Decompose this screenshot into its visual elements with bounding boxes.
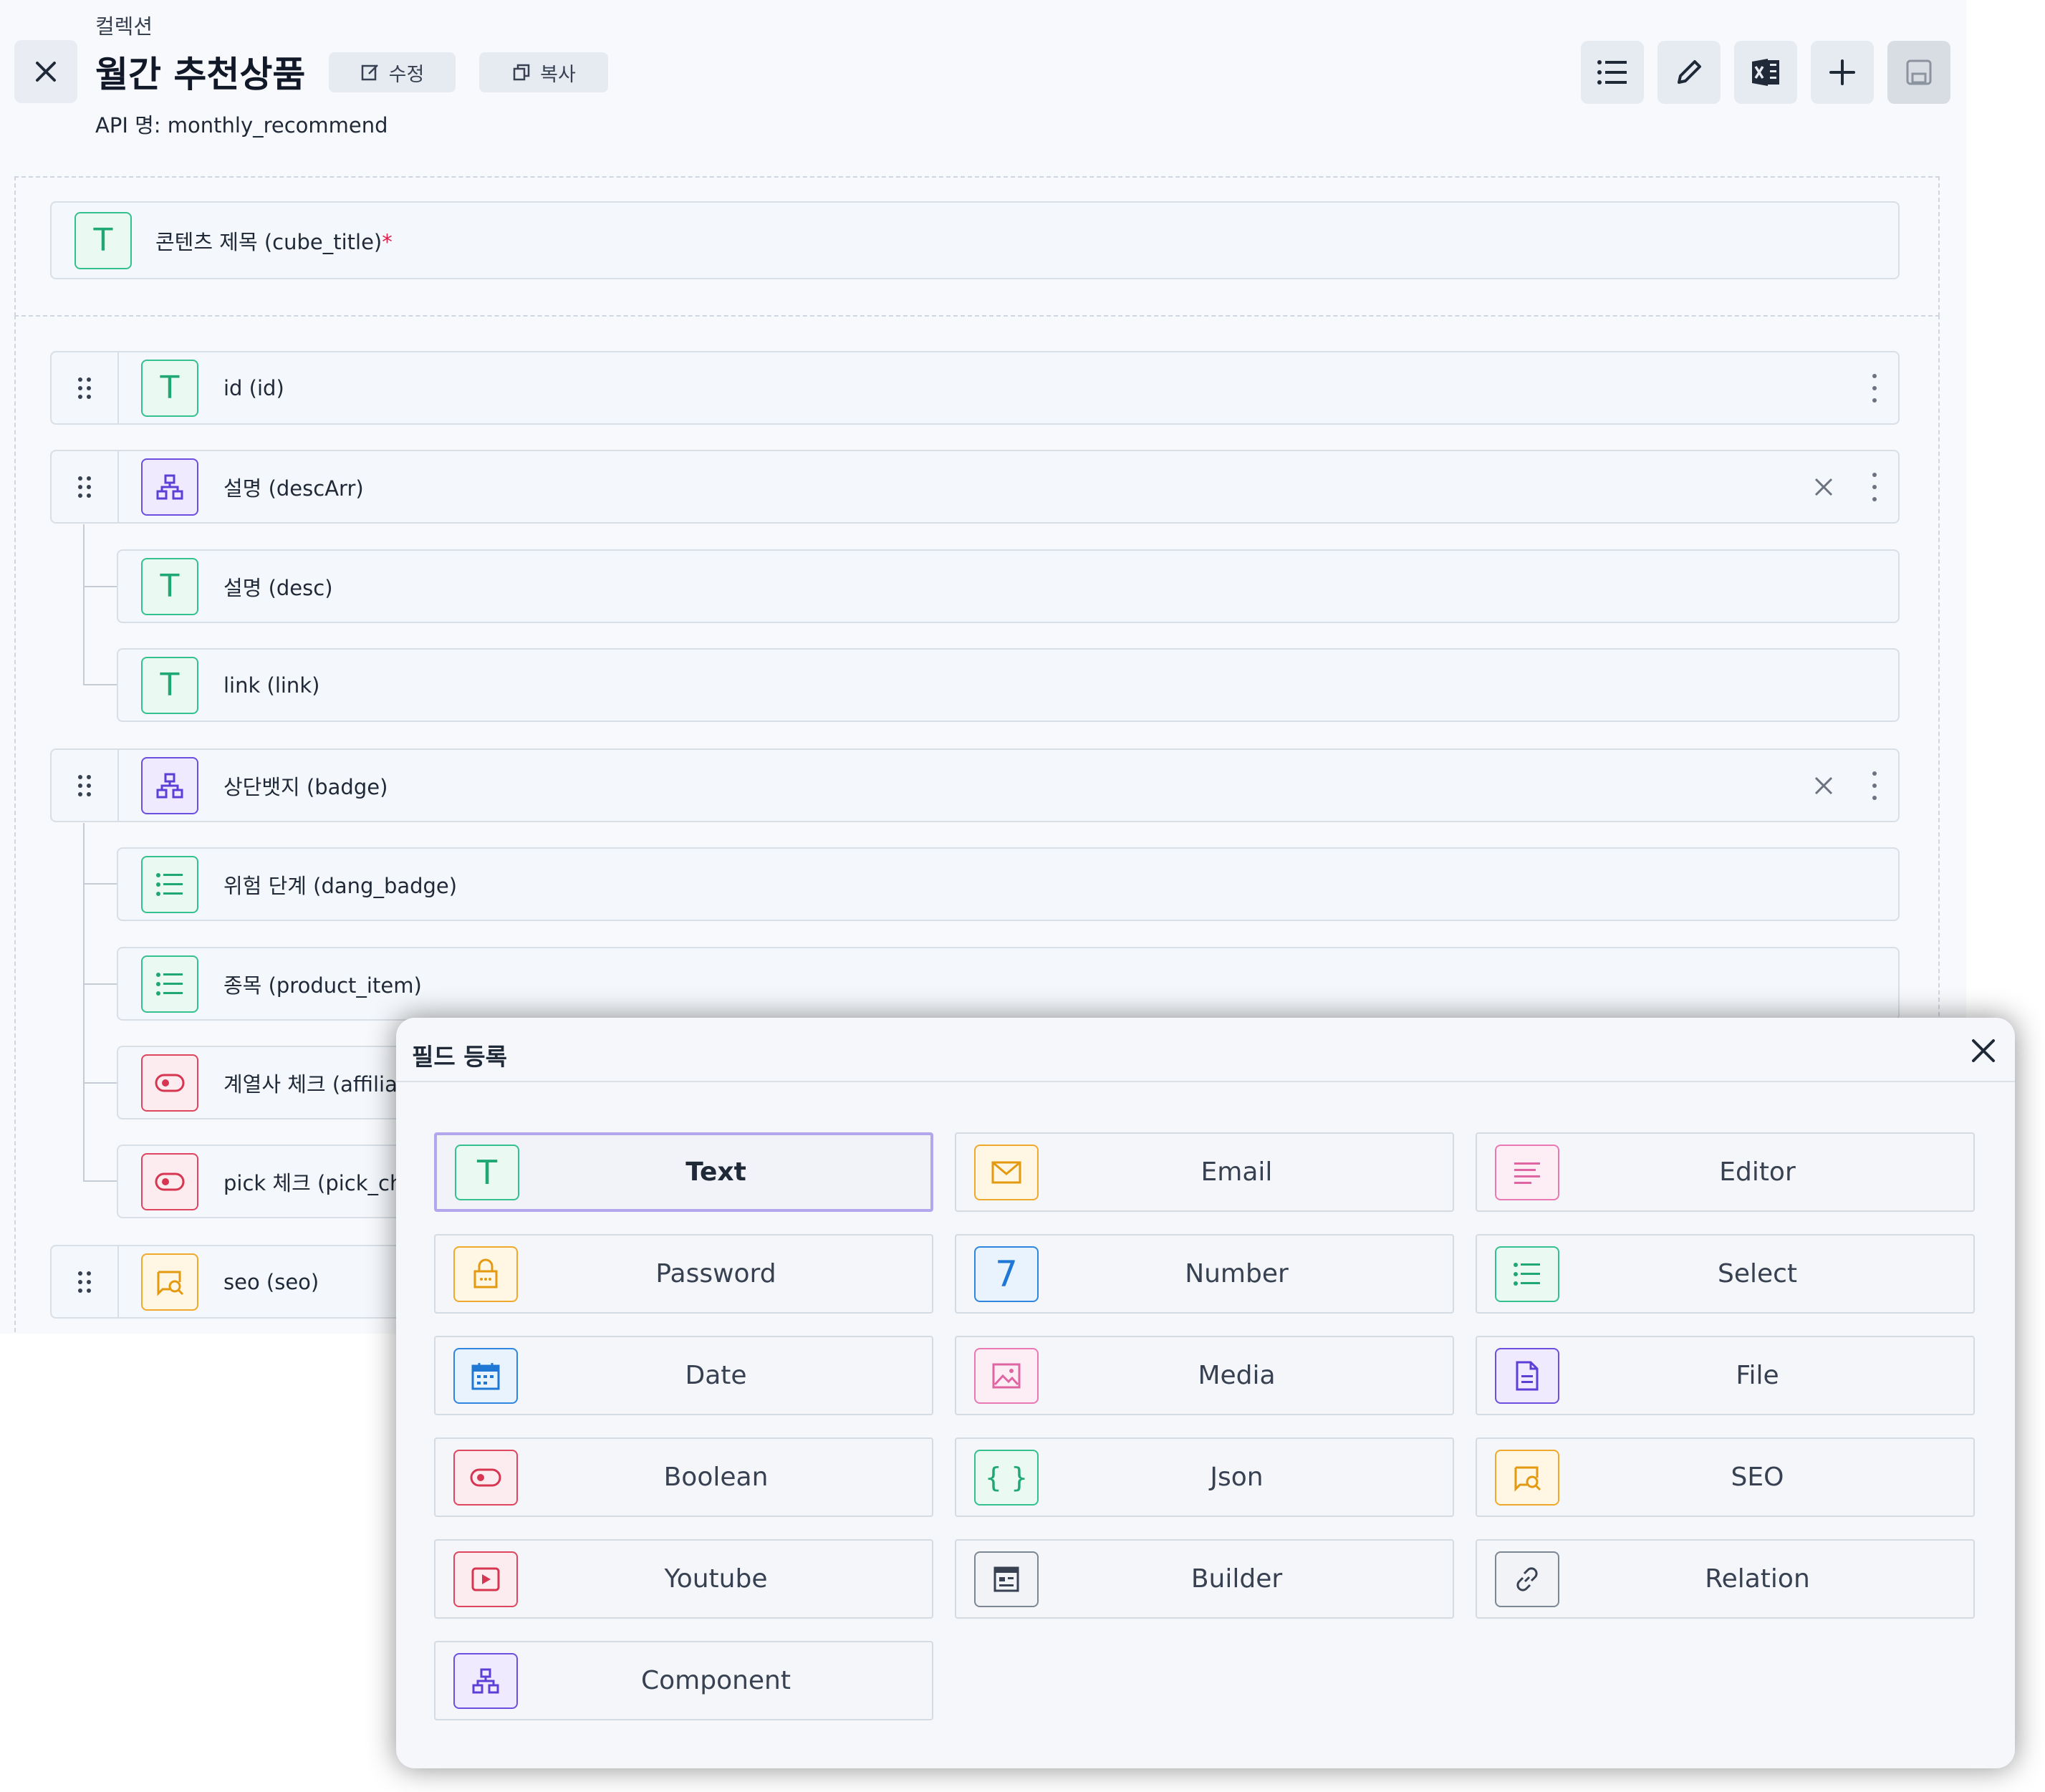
field-type-seo[interactable]: SEO — [1476, 1437, 1975, 1517]
field-label: 상단뱃지 (badge) — [223, 774, 388, 799]
text-type-icon: T — [141, 557, 198, 615]
tree-connector — [83, 1082, 117, 1084]
field-label: 계열사 체크 (affiliat — [223, 1071, 406, 1097]
field-label: id (id) — [223, 375, 284, 400]
field-row-badge[interactable]: 상단뱃지 (badge) — [50, 748, 1900, 822]
field-register-modal: 필드 등록 T Text Email Editor Password 7 Num… — [396, 1018, 2015, 1768]
close-button[interactable] — [14, 40, 77, 103]
field-type-email[interactable]: Email — [955, 1132, 1454, 1212]
add-button[interactable] — [1811, 41, 1874, 104]
page-title: 월간 추천상품 — [95, 54, 306, 95]
boolean-type-icon — [141, 1152, 198, 1210]
field-type-number[interactable]: 7 Number — [955, 1234, 1454, 1314]
drag-handle[interactable] — [52, 750, 119, 821]
field-type-editor[interactable]: Editor — [1476, 1132, 1975, 1212]
tree-connector — [83, 524, 85, 685]
field-type-password[interactable]: Password — [434, 1234, 933, 1314]
field-type-relation[interactable]: Relation — [1476, 1539, 1975, 1619]
title-field-label: 콘텐츠 제목 (cube_title)* — [155, 229, 393, 254]
field-row-descArr[interactable]: 설명 (descArr) — [50, 450, 1900, 524]
modal-header: 필드 등록 — [396, 1018, 2015, 1082]
excel-button[interactable] — [1734, 41, 1797, 104]
breadcrumb: 컬렉션 — [95, 14, 153, 39]
list-icon — [1597, 60, 1627, 85]
field-type-text[interactable]: T Text — [434, 1132, 933, 1212]
drag-handle-icon — [78, 1271, 91, 1293]
field-type-component[interactable]: Component — [434, 1641, 933, 1720]
field-label: seo (seo) — [223, 1269, 319, 1294]
text-type-icon: T — [141, 359, 198, 417]
close-icon — [36, 62, 56, 82]
field-label: 설명 (descArr) — [223, 476, 364, 501]
title-field-row[interactable]: T 콘텐츠 제목 (cube_title)* — [50, 201, 1900, 279]
modal-title: 필드 등록 — [412, 1043, 507, 1071]
copy-icon — [513, 64, 530, 81]
field-label: 설명 (desc) — [223, 575, 333, 600]
collapse-icon[interactable] — [1812, 476, 1835, 498]
component-type-icon — [141, 756, 198, 814]
boolean-type-icon — [141, 1054, 198, 1112]
field-label: 위험 단계 (dang_badge) — [223, 873, 458, 898]
list-view-button[interactable] — [1581, 41, 1644, 104]
drag-handle[interactable] — [52, 352, 119, 423]
plus-icon — [1829, 59, 1855, 85]
copy-button[interactable]: 복사 — [479, 52, 608, 92]
save-button[interactable] — [1887, 41, 1950, 104]
field-type-media[interactable]: Media — [955, 1336, 1454, 1415]
field-type-builder[interactable]: Builder — [955, 1539, 1454, 1619]
tree-connector — [83, 684, 117, 685]
field-type-date[interactable]: Date — [434, 1336, 933, 1415]
select-type-icon — [141, 955, 198, 1013]
field-row-link[interactable]: T link (link) — [117, 648, 1900, 722]
more-options-icon[interactable] — [1871, 472, 1878, 501]
excel-icon — [1752, 59, 1779, 86]
more-options-icon[interactable] — [1871, 771, 1878, 800]
field-row-desc[interactable]: T 설명 (desc) — [117, 549, 1900, 623]
pencil-button[interactable] — [1657, 41, 1721, 104]
select-type-icon — [141, 855, 198, 913]
drag-handle-icon — [78, 476, 91, 498]
text-type-icon: T — [74, 211, 132, 269]
copy-label: 복사 — [540, 63, 576, 86]
pencil-icon — [1678, 60, 1701, 84]
field-row-product-item[interactable]: 종목 (product_item) — [117, 947, 1900, 1021]
text-type-icon: T — [141, 656, 198, 714]
field-label: 종목 (product_item) — [223, 973, 422, 998]
more-options-icon[interactable] — [1871, 373, 1878, 403]
tree-connector — [83, 883, 117, 885]
field-label: pick 체크 (pick_ch — [223, 1170, 403, 1195]
field-type-select[interactable]: Select — [1476, 1234, 1975, 1314]
field-type-json[interactable]: { } Json — [955, 1437, 1454, 1517]
seo-type-icon — [141, 1253, 198, 1311]
tree-connector — [83, 1180, 117, 1182]
component-type-icon — [141, 458, 198, 516]
edit-button[interactable]: 수정 — [329, 52, 456, 92]
field-type-file[interactable]: File — [1476, 1336, 1975, 1415]
modal-close-icon[interactable] — [1968, 1035, 1999, 1066]
tree-connector — [83, 823, 85, 1181]
drag-handle-icon — [78, 774, 91, 796]
field-row-id[interactable]: T id (id) — [50, 351, 1900, 425]
drag-handle[interactable] — [52, 451, 119, 522]
tree-connector — [83, 586, 117, 587]
drag-handle-icon — [78, 377, 91, 399]
edit-icon — [361, 64, 378, 81]
field-row-dang-badge[interactable]: 위험 단계 (dang_badge) — [117, 847, 1900, 921]
edit-label: 수정 — [388, 63, 425, 86]
drag-handle[interactable] — [52, 1246, 119, 1317]
field-type-boolean[interactable]: Boolean — [434, 1437, 933, 1517]
save-icon — [1906, 59, 1932, 85]
field-label: link (link) — [223, 673, 320, 698]
collapse-icon[interactable] — [1812, 774, 1835, 797]
field-type-youtube[interactable]: Youtube — [434, 1539, 933, 1619]
tree-connector — [83, 983, 117, 985]
api-name: API 명: monthly_recommend — [95, 113, 388, 138]
